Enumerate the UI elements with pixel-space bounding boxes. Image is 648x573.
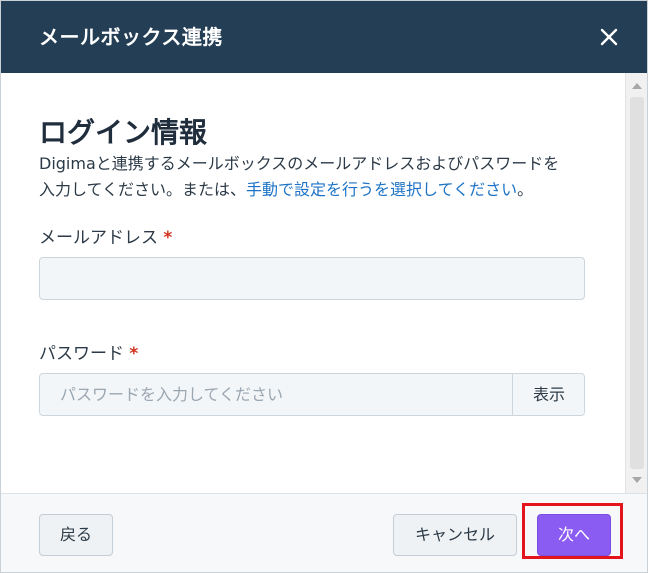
- scroll-up-arrow-icon[interactable]: [632, 83, 642, 89]
- password-field[interactable]: [40, 374, 512, 415]
- dialog-header: メールボックス連携: [1, 1, 647, 73]
- email-label: メールアドレス *: [39, 223, 172, 248]
- description-line-2-prefix: 入力してください。または、: [39, 180, 247, 199]
- dialog-footer: 戻る キャンセル 次へ: [1, 493, 647, 572]
- dialog-body: ログイン情報 Digimaと連携するメールボックスのメールアドレスおよびパスワー…: [1, 73, 625, 493]
- password-required-mark: *: [129, 344, 139, 364]
- password-group: 表示: [39, 373, 585, 416]
- description-line-2-suffix: 。: [517, 180, 534, 199]
- close-button[interactable]: [595, 23, 623, 51]
- dialog-title: メールボックス連携: [39, 25, 223, 49]
- back-button[interactable]: 戻る: [39, 514, 113, 556]
- cancel-button[interactable]: キャンセル: [393, 514, 517, 556]
- mailbox-integration-dialog: メールボックス連携 ログイン情報 Digimaと連携するメールボックスのメールア…: [0, 0, 648, 573]
- next-button[interactable]: 次へ: [537, 514, 611, 556]
- password-label: パスワード *: [39, 339, 138, 364]
- email-required-mark: *: [163, 228, 173, 248]
- description: Digimaと連携するメールボックスのメールアドレスおよびパスワードを 入力して…: [39, 151, 599, 203]
- close-icon: [600, 28, 618, 46]
- show-password-button[interactable]: 表示: [512, 374, 584, 415]
- email-field[interactable]: [39, 257, 585, 300]
- email-label-text: メールアドレス: [39, 228, 158, 248]
- manual-setup-link[interactable]: 手動で設定を行うを選択してください: [246, 180, 517, 199]
- scroll-down-arrow-icon[interactable]: [632, 477, 642, 483]
- scrollbar[interactable]: [625, 73, 647, 493]
- page-title: ログイン情報: [39, 116, 208, 149]
- scrollbar-track[interactable]: [630, 97, 644, 469]
- description-line-1: Digimaと連携するメールボックスのメールアドレスおよびパスワードを: [39, 154, 560, 173]
- password-label-text: パスワード: [39, 344, 124, 364]
